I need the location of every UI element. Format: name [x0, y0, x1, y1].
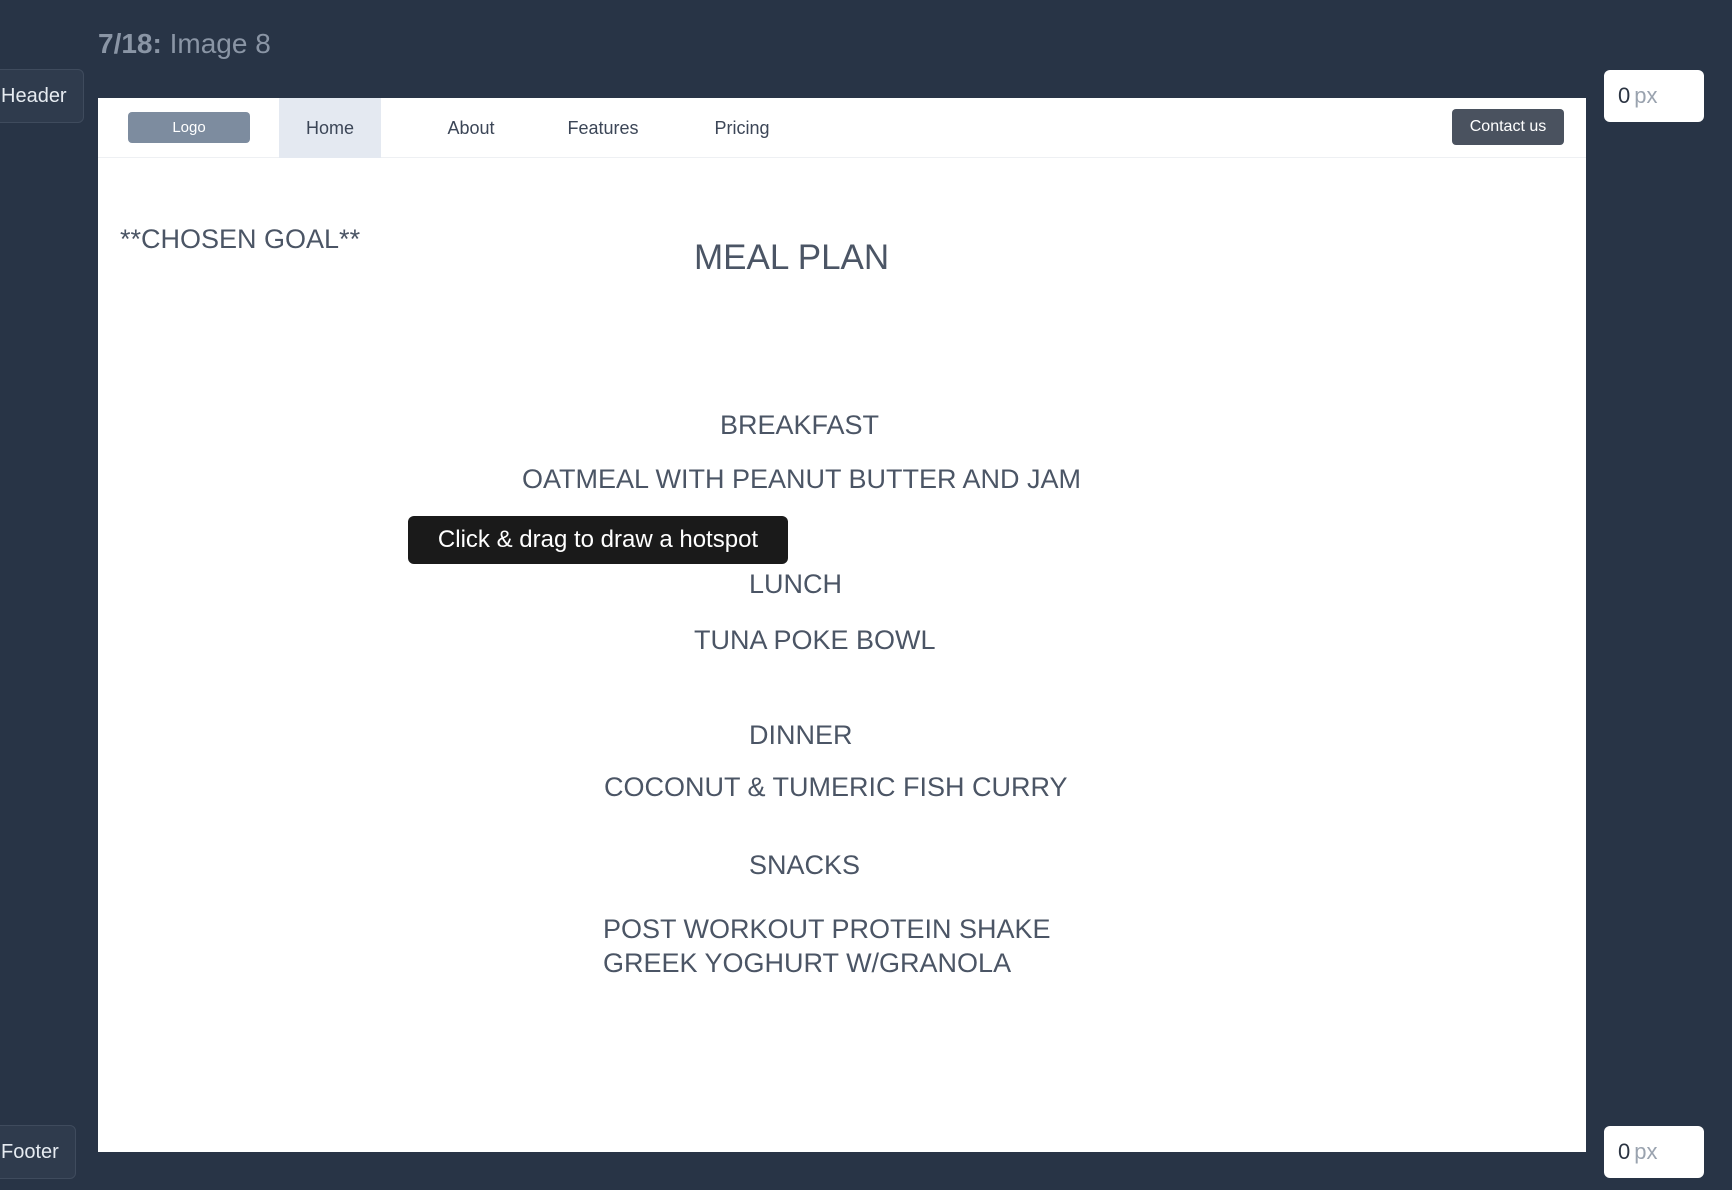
hotspot-tooltip: Click & drag to draw a hotspot: [408, 516, 788, 564]
nav-about[interactable]: About: [418, 98, 524, 158]
nav-pricing[interactable]: Pricing: [679, 98, 805, 158]
header-offset-value: 0: [1618, 83, 1631, 108]
image-canvas[interactable]: Logo Home About Features Pricing Contact…: [98, 98, 1586, 1152]
logo[interactable]: Logo: [128, 112, 250, 143]
header-tab[interactable]: Header: [0, 69, 84, 123]
breakfast-item: OATMEAL WITH PEANUT BUTTER AND JAM: [522, 464, 1082, 494]
footer-tab[interactable]: Footer: [0, 1125, 76, 1179]
snack-item: GREEK YOGHURT W/GRANOLA: [603, 948, 1012, 978]
dinner-item: COCONUT & TUMERIC FISH CURRY: [604, 772, 1068, 802]
breakfast-heading: BREAKFAST: [720, 410, 880, 440]
nav-features[interactable]: Features: [538, 98, 668, 158]
meal-plan-title: MEAL PLAN: [694, 238, 890, 277]
image-counter: 7/18:: [98, 28, 162, 59]
page-title: 7/18: Image 8: [98, 28, 271, 60]
footer-offset-input[interactable]: 0 px: [1604, 1126, 1704, 1178]
header-offset-input[interactable]: 0 px: [1604, 70, 1704, 122]
site-navbar: Logo Home About Features Pricing Contact…: [98, 98, 1586, 158]
footer-offset-value: 0: [1618, 1139, 1631, 1164]
lunch-item: TUNA POKE BOWL: [694, 625, 936, 655]
dinner-heading: DINNER: [749, 720, 853, 750]
chosen-goal: **CHOSEN GOAL**: [120, 224, 361, 254]
image-name: Image 8: [169, 28, 271, 59]
contact-us-button[interactable]: Contact us: [1452, 109, 1564, 145]
snacks-heading: SNACKS: [749, 850, 861, 880]
snack-item: POST WORKOUT PROTEIN SHAKE: [603, 914, 1051, 944]
nav-home[interactable]: Home: [279, 98, 381, 158]
lunch-heading: LUNCH: [749, 569, 843, 599]
header-offset-unit: px: [1634, 83, 1658, 108]
footer-offset-unit: px: [1634, 1139, 1658, 1164]
